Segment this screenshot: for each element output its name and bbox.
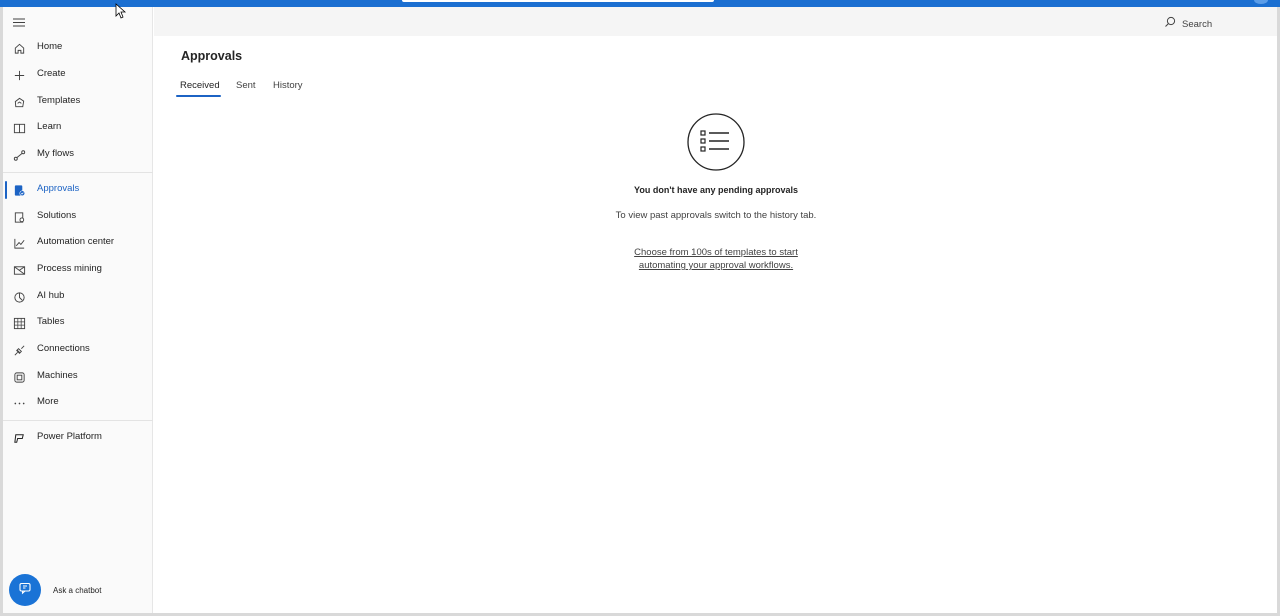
search-icon bbox=[1164, 15, 1176, 33]
sidebar-item-label: Learn bbox=[37, 121, 62, 132]
sidebar-item-label: Automation center bbox=[37, 236, 115, 247]
home-icon bbox=[12, 41, 26, 55]
hamburger-menu-icon[interactable] bbox=[11, 15, 27, 29]
book-icon bbox=[12, 121, 26, 135]
sidebar-item-label: My flows bbox=[37, 148, 74, 159]
sidebar-item-my-flows[interactable]: My flows bbox=[3, 142, 153, 168]
global-search-box[interactable] bbox=[402, 0, 714, 2]
mouse-pointer-icon bbox=[115, 3, 127, 19]
sidebar-item-label: Create bbox=[37, 68, 66, 79]
sidebar-item-label: AI hub bbox=[37, 290, 65, 301]
sidebar-divider bbox=[3, 420, 153, 421]
empty-state-subtitle: To view past approvals switch to the his… bbox=[615, 210, 817, 221]
left-nav: Home Create Templates Learn My flows App… bbox=[3, 7, 153, 613]
ai-hub-icon bbox=[12, 290, 26, 304]
sidebar-item-templates[interactable]: Templates bbox=[3, 89, 153, 115]
avatar[interactable] bbox=[1254, 0, 1268, 4]
sidebar-item-connections[interactable]: Connections bbox=[3, 337, 153, 363]
sidebar-item-home[interactable]: Home bbox=[3, 35, 153, 61]
sidebar-item-create[interactable]: Create bbox=[3, 62, 153, 88]
chatbot-label[interactable]: Ask a chatbot bbox=[53, 586, 101, 595]
sidebar-item-tables[interactable]: Tables bbox=[3, 310, 153, 336]
sidebar-item-power-platform[interactable]: Power Platform bbox=[3, 425, 153, 451]
sidebar-item-machines[interactable]: Machines bbox=[3, 364, 153, 390]
process-mining-icon bbox=[12, 263, 26, 277]
more-icon bbox=[12, 396, 26, 410]
tab-received[interactable]: Received bbox=[180, 80, 220, 91]
sidebar-item-approvals[interactable]: Approvals bbox=[3, 177, 153, 203]
search-label: Search bbox=[1182, 18, 1213, 30]
chatbot-button[interactable] bbox=[9, 574, 41, 606]
table-icon bbox=[12, 316, 26, 330]
chart-icon bbox=[12, 236, 26, 250]
active-tab-indicator bbox=[176, 95, 221, 97]
sidebar-item-solutions[interactable]: Solutions bbox=[3, 204, 153, 230]
tab-sent[interactable]: Sent bbox=[236, 80, 256, 91]
sidebar-item-label: Tables bbox=[37, 316, 65, 327]
chatbot-icon bbox=[18, 581, 32, 600]
sidebar-item-label: More bbox=[37, 396, 59, 407]
flow-icon bbox=[12, 148, 26, 162]
connections-icon bbox=[12, 343, 26, 357]
sidebar-item-more[interactable]: More bbox=[3, 390, 153, 416]
power-platform-icon bbox=[12, 431, 26, 445]
page-title: Approvals bbox=[181, 49, 243, 63]
sidebar-item-label: Process mining bbox=[37, 263, 102, 274]
sidebar-item-label: Solutions bbox=[37, 210, 77, 221]
plus-icon bbox=[12, 68, 26, 82]
sidebar-item-label: Templates bbox=[37, 95, 81, 106]
empty-state-title: You don't have any pending approvals bbox=[634, 185, 798, 195]
sidebar-item-automation-center[interactable]: Automation center bbox=[3, 230, 153, 256]
approvals-icon bbox=[12, 183, 26, 197]
sidebar-item-label: Machines bbox=[37, 370, 78, 381]
sidebar-item-label: Approvals bbox=[37, 183, 80, 194]
tab-history[interactable]: History bbox=[273, 80, 303, 91]
sidebar-item-label: Connections bbox=[37, 343, 90, 354]
templates-icon bbox=[12, 95, 26, 109]
sidebar-item-label: Home bbox=[37, 41, 63, 52]
sidebar-item-learn[interactable]: Learn bbox=[3, 115, 153, 141]
machine-icon bbox=[12, 370, 26, 384]
search-button[interactable]: Search bbox=[1164, 15, 1212, 33]
sidebar-item-ai-hub[interactable]: AI hub bbox=[3, 284, 153, 310]
templates-link[interactable]: Choose from 100s of templates to start a… bbox=[610, 246, 822, 272]
solutions-icon bbox=[12, 210, 26, 224]
selection-indicator bbox=[5, 181, 7, 199]
sidebar-item-process-mining[interactable]: Process mining bbox=[3, 257, 153, 283]
sidebar-item-label: Power Platform bbox=[37, 431, 102, 442]
sidebar-divider bbox=[3, 172, 153, 173]
checklist-icon bbox=[687, 113, 745, 171]
top-app-bar bbox=[0, 0, 1280, 7]
command-bar bbox=[154, 7, 1277, 36]
